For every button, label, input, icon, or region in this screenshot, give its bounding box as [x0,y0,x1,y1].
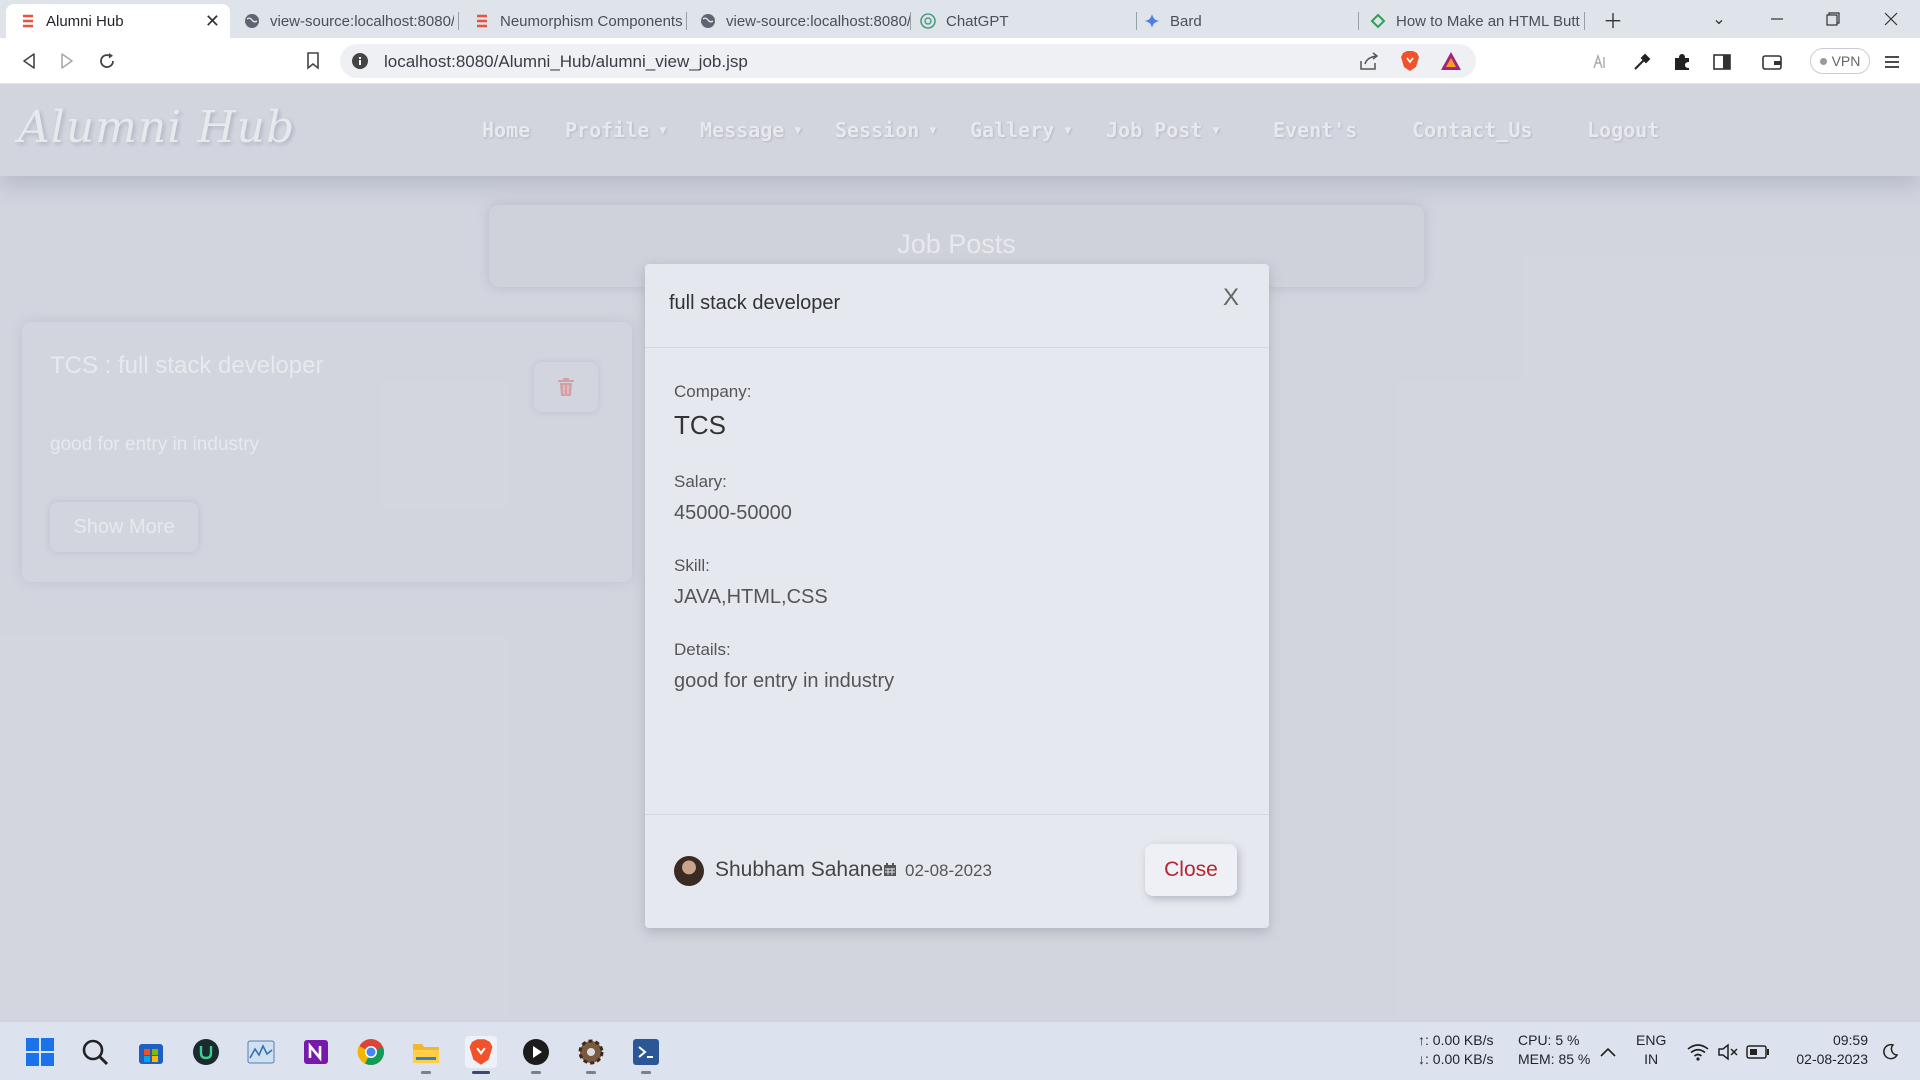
bard-sparkle-icon [1144,13,1160,29]
battery-icon[interactable] [1744,1036,1772,1068]
media-player-icon[interactable] [520,1036,552,1068]
details-value: good for entry in industry [674,670,895,692]
share-icon[interactable] [1360,52,1380,75]
job-details-modal: full stack developer X Company: TCS Sala… [645,264,1269,928]
region-code: IN [1644,1051,1659,1067]
avatar [674,856,704,886]
tab-neumorphism[interactable]: Neumorphism Components [460,4,684,38]
modal-header: full stack developer X [645,264,1269,348]
close-window-icon[interactable] [1876,6,1906,32]
tab-label: Neumorphism Components [500,12,683,30]
tab-view-source-2[interactable]: view-source:localhost:8080/ [686,4,910,38]
clock-time: 09:59 [1832,1032,1868,1048]
upwork-icon[interactable] [190,1036,222,1068]
tab-bard[interactable]: Bard [1130,4,1354,38]
tab-label: How to Make an HTML Button [1396,12,1580,30]
wifi-icon[interactable] [1684,1036,1712,1068]
tab-html-button[interactable]: How to Make an HTML Button [1356,4,1580,38]
net-upload: ↑: 0.00 KB/s [1418,1032,1494,1048]
clock-date: 02-08-2023 [1796,1051,1868,1067]
company-value: TCS [674,410,726,440]
chatgpt-icon [920,13,936,29]
url-text: localhost:8080/Alumni_Hub/alumni_view_jo… [384,52,748,71]
bookmark-icon[interactable] [298,46,328,76]
extensions-puzzle-icon[interactable] [1670,50,1694,74]
brave-rewards-icon[interactable] [1440,51,1462,76]
wallet-icon[interactable] [1760,50,1784,74]
globe-icon [700,13,716,29]
brave-shields-icon[interactable] [1400,50,1420,77]
forward-icon[interactable] [52,46,82,76]
neumorphism-favicon-icon [20,13,36,29]
restore-icon[interactable] [1818,6,1848,32]
vpn-button[interactable]: VPN [1810,48,1870,74]
volume-muted-icon[interactable] [1714,1036,1742,1068]
salary-value: 45000-50000 [674,502,792,524]
close-button[interactable]: Close [1145,844,1237,896]
address-bar[interactable]: localhost:8080/Alumni_Hub/alumni_view_jo… [340,44,1476,78]
settings-gear-app-icon[interactable] [575,1036,607,1068]
neumorphism-favicon-icon [474,13,490,29]
tab-label: view-source:localhost:8080/ [270,12,454,30]
store-icon[interactable] [135,1036,167,1068]
vpn-status-dot-icon [1819,57,1827,65]
notifications-moon-icon[interactable] [1876,1036,1904,1068]
browser-toolbar: localhost:8080/Alumni_Hub/alumni_view_jo… [0,38,1920,84]
eyedropper-icon[interactable] [1630,50,1654,74]
tab-label: view-source:localhost:8080/ [726,12,910,30]
calendar-icon [883,862,897,882]
details-label: Details: [674,640,731,659]
salary-label: Salary: [674,472,727,491]
back-icon[interactable] [14,46,44,76]
tab-view-source-1[interactable]: view-source:localhost:8080/ [230,4,454,38]
tab-label: Alumni Hub [46,12,124,30]
chrome-icon[interactable] [355,1036,387,1068]
lang-code: ENG [1636,1032,1667,1048]
site-favicon-icon [1370,13,1386,29]
windows-taskbar: ↑: 0.00 KB/s ↓: 0.00 KB/s CPU: 5 % MEM: … [0,1021,1920,1080]
tab-chatgpt[interactable]: ChatGPT [906,4,1130,38]
tab-label: ChatGPT [946,12,1009,30]
network-speed: ↑: 0.00 KB/s ↓: 0.00 KB/s [1418,1031,1493,1069]
chevron-up-icon[interactable] [1596,1036,1620,1068]
globe-icon [244,13,260,29]
author-name: Shubham Sahane [715,858,884,881]
company-label: Company: [674,382,752,401]
mem-usage: MEM: 85 % [1518,1051,1591,1067]
close-tab-icon[interactable]: ✕ [205,11,220,32]
minimize-icon[interactable] [1762,6,1792,32]
browser-menu-icon[interactable] [1880,50,1904,74]
code-app-icon[interactable] [630,1036,662,1068]
sidebar-toggle-icon[interactable] [1710,50,1734,74]
modal-footer-divider [645,814,1269,815]
cpu-usage: CPU: 5 % [1518,1032,1580,1048]
clock[interactable]: 09:59 02-08-2023 [1788,1031,1868,1069]
modal-title: full stack developer [669,292,841,314]
system-usage: CPU: 5 % MEM: 85 % [1518,1031,1590,1069]
net-download: ↓: 0.00 KB/s [1418,1051,1494,1067]
reload-icon[interactable] [92,46,122,76]
file-explorer-icon[interactable] [410,1036,442,1068]
page-viewport: Alumni Hub Home Profile ▼ Message ▼ Sessio… [0,84,1920,1021]
monitor-app-icon[interactable] [245,1036,277,1068]
vpn-label: VPN [1831,53,1861,69]
language-indicator[interactable]: ENG IN [1636,1031,1666,1069]
reader-mode-icon[interactable] [1588,50,1612,74]
tab-search-chevron-icon[interactable]: ⌄ [1704,6,1734,32]
skill-label: Skill: [674,556,710,575]
tab-alumni-hub[interactable]: Alumni Hub ✕ [6,4,230,38]
tab-strip: Alumni Hub ✕ view-source:localhost:8080/… [0,0,1920,38]
modal-close-x-button[interactable]: X [1223,284,1239,312]
brave-icon[interactable] [465,1036,497,1068]
site-info-icon[interactable] [352,53,368,69]
windows-start-icon[interactable] [24,1036,56,1068]
post-date: 02-08-2023 [905,861,992,880]
search-icon[interactable] [79,1036,111,1068]
tab-label: Bard [1170,12,1202,30]
onenote-icon[interactable] [300,1036,332,1068]
skill-value: JAVA,HTML,CSS [674,586,828,608]
new-tab-plus-icon[interactable]: ＋ [1598,6,1628,33]
